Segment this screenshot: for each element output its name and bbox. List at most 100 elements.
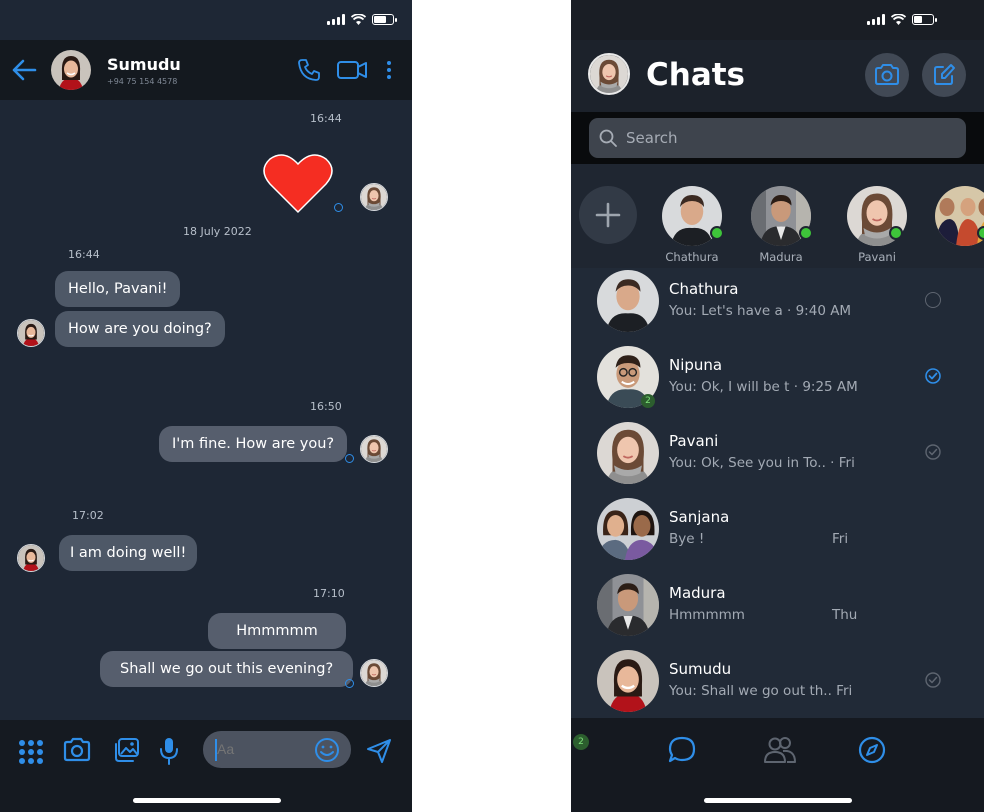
outgoing-message-bubble[interactable]: Hmmmmm [208,613,346,649]
read-receipt-icon [334,203,343,212]
sender-avatar [360,435,388,463]
emoji-picker-icon[interactable] [314,737,340,763]
search-area: Search [571,112,984,164]
chat-preview: Hmmmmm [669,607,745,623]
incoming-message-bubble[interactable]: How are you doing? [55,311,225,347]
online-indicator [799,226,813,240]
story-item[interactable]: Madura [751,186,813,264]
outgoing-message-bubble[interactable]: Shall we go out this evening? [100,651,354,687]
chat-list-item[interactable]: 2 Nipuna You: Ok, I will be t · 9:25 AM [571,344,984,420]
compass-icon[interactable] [857,735,887,765]
story-name: Chathura [665,250,719,264]
chat-time: Thu [832,607,858,623]
message-time: 17:02 [72,509,104,522]
chat-list-item[interactable]: Sumudu You: Shall we go out th.. Fri [571,648,984,724]
message-time: 16:44 [68,248,100,261]
sent-status-icon [925,292,941,308]
home-indicator[interactable] [133,798,281,803]
camera-icon [875,64,899,85]
chat-avatar [597,270,659,332]
contact-message-avatar [17,544,45,572]
home-indicator[interactable] [704,798,852,803]
chats-header: Chats [571,40,984,112]
status-bar [867,14,937,25]
chats-screen: Chats Search Chathura Madura Pavani Chat… [571,0,984,812]
story-item[interactable]: Pavani [847,186,909,264]
camera-icon[interactable] [62,736,92,764]
chat-avatar [597,650,659,712]
message-time: 16:50 [310,400,342,413]
chat-avatar [597,422,659,484]
apps-grid-icon[interactable] [18,739,44,765]
incoming-message-bubble[interactable]: I am doing well! [59,535,198,571]
chat-name: Pavani [669,432,719,450]
contact-phone: +94 75 154 4578 [107,77,178,86]
story-item[interactable]: Chathura [662,186,724,264]
story-name: Madura [759,250,803,264]
signal-icon [867,14,885,25]
add-story-button[interactable] [579,186,637,244]
back-arrow-icon[interactable] [10,56,38,84]
message-time: 16:44 [310,112,342,125]
conversation-screen: Sumudu +94 75 154 4578 16:44 18 July 202… [0,0,412,812]
tab-unread-badge: 2 [573,734,589,750]
chat-preview: You: Let's have a · 9:40 AM [669,303,852,319]
chat-preview: You: Ok, I will be t · 9:25 AM [669,379,858,395]
outgoing-message-bubble[interactable]: I'm fine. How are you? [159,426,348,462]
chat-preview: You: Shall we go out th.. Fri [669,683,853,699]
online-indicator [889,226,903,240]
video-call-icon[interactable] [336,57,368,83]
search-input[interactable]: Search [589,118,966,158]
incoming-message-bubble[interactable]: Hello, Pavani! [55,271,181,307]
chat-bubble-icon[interactable] [667,735,697,765]
chat-header: Sumudu +94 75 154 4578 [0,40,412,100]
contact-name: Sumudu [107,55,181,74]
status-bar [327,14,397,25]
chat-avatar [597,498,659,560]
gallery-icon[interactable] [113,736,141,764]
battery-icon [912,14,937,25]
chat-time: Fri [832,531,849,547]
date-separator: 18 July 2022 [183,225,252,238]
chat-name: Chathura [669,280,739,298]
phone-icon[interactable] [296,57,322,83]
wifi-icon [351,14,366,25]
read-check-icon [925,444,941,460]
story-item[interactable] [935,186,984,246]
chat-name: Sanjana [669,508,730,526]
chat-name: Madura [669,584,726,602]
contact-avatar[interactable] [51,50,91,90]
new-message-button[interactable] [922,53,966,97]
people-icon[interactable] [764,735,796,765]
bottom-tab-bar: 2 [571,718,984,812]
signal-icon [327,14,345,25]
chat-list-item[interactable]: Chathura You: Let's have a · 9:40 AM [571,268,984,344]
message-composer [0,720,412,812]
chat-list: Chathura You: Let's have a · 9:40 AM 2 N… [571,268,984,718]
message-time: 17:10 [313,587,345,600]
chat-preview: Bye ! [669,531,705,547]
chat-list-item[interactable]: Madura Hmmmmm Thu [571,572,984,648]
read-receipt-icon [345,454,354,463]
chat-list-item[interactable]: Sanjana Bye ! Fri [571,496,984,572]
plus-icon [595,202,621,228]
delivered-check-icon [925,368,941,384]
camera-button[interactable] [865,53,909,97]
search-placeholder: Search [626,129,678,147]
microphone-icon[interactable] [158,736,180,766]
online-indicator [710,226,724,240]
more-options-icon[interactable] [385,57,393,83]
chat-name: Nipuna [669,356,723,374]
online-indicator [977,226,984,240]
chat-preview: You: Ok, See you in To.. · Fri [669,455,855,471]
profile-avatar[interactable] [588,53,630,95]
chat-name: Sumudu [669,660,732,678]
contact-message-avatar [17,319,45,347]
send-icon[interactable] [365,737,393,765]
chat-list-item[interactable]: Pavani You: Ok, See you in To.. · Fri [571,420,984,496]
heart-emoji-icon[interactable] [262,152,334,214]
read-check-icon [925,672,941,688]
wifi-icon [891,14,906,25]
text-caret [215,739,217,761]
sender-avatar [360,183,388,211]
